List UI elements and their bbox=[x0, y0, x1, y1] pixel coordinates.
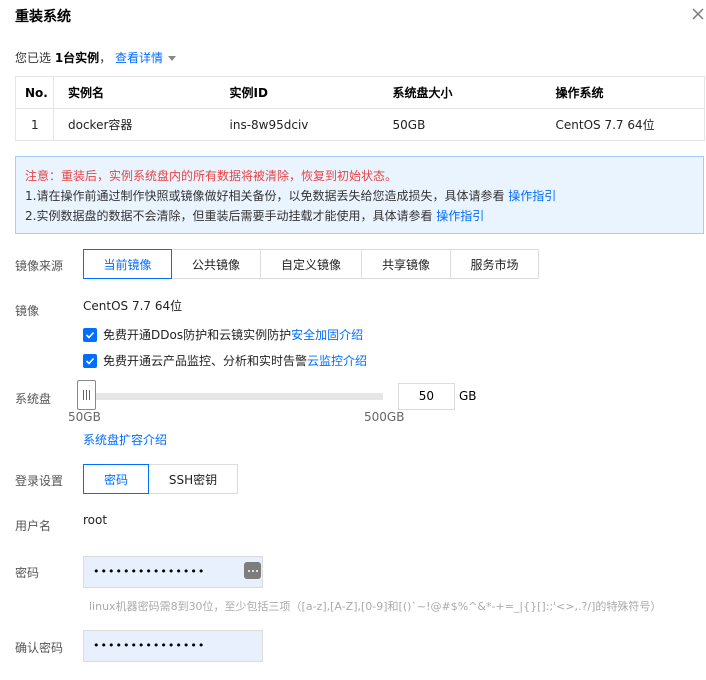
close-icon[interactable] bbox=[689, 5, 706, 23]
checkmark-icon bbox=[85, 357, 95, 365]
security-option: 免费开通DDos防护和云镜实例防护 安全加固介绍 bbox=[83, 326, 363, 343]
selected-count: 1台实例 bbox=[54, 51, 100, 65]
image-source-label: 镜像来源 bbox=[15, 259, 64, 273]
caret-down-icon[interactable] bbox=[168, 56, 177, 61]
tab-custom-image[interactable]: 自定义镜像 bbox=[260, 249, 362, 279]
checkmark-icon bbox=[85, 331, 95, 339]
col-header-disk-size: 系统盘大小 bbox=[378, 76, 542, 109]
system-disk-label: 系统盘 bbox=[15, 392, 52, 406]
disk-slider-track[interactable] bbox=[88, 393, 383, 400]
confirm-password-label: 确认密码 bbox=[15, 641, 64, 655]
dialog-title: 重装系统 bbox=[15, 9, 71, 25]
notice-box: 注意：重装后，实例系统盘内的所有数据将被清除，恢复到初始状态。 1.请在操作前通… bbox=[15, 156, 704, 234]
image-name: CentOS 7.7 64位 bbox=[83, 299, 183, 313]
table-row: 1 docker容器 ins-8w95dciv 50GB CentOS 7.7 … bbox=[15, 108, 705, 141]
disk-slider-handle[interactable] bbox=[77, 380, 96, 410]
guide-link-2[interactable]: 操作指引 bbox=[436, 209, 484, 223]
col-header-instance-id: 实例ID bbox=[215, 76, 379, 109]
tab-current-image[interactable]: 当前镜像 bbox=[83, 249, 172, 279]
login-settings-label: 登录设置 bbox=[15, 474, 64, 488]
col-header-no: No. bbox=[15, 76, 54, 109]
disk-expand-link[interactable]: 系统盘扩容介绍 bbox=[83, 431, 167, 448]
tab-marketplace[interactable]: 服务市场 bbox=[450, 249, 539, 279]
cell-instance-name: docker容器 bbox=[53, 108, 216, 141]
tab-password[interactable]: 密码 bbox=[83, 464, 149, 494]
confirm-password-input[interactable]: ••••••••••••••• bbox=[83, 630, 263, 662]
tab-public-image[interactable]: 公共镜像 bbox=[171, 249, 261, 279]
notice-line-2: 2.实例数据盘的数据不会清除，但重装后需要手动挂载才能使用，具体请参看 操作指引 bbox=[25, 209, 485, 223]
password-input[interactable]: ••••••••••••••• bbox=[83, 556, 263, 588]
table-header-row: No. 实例名 实例ID 系统盘大小 操作系统 bbox=[15, 76, 705, 109]
username-value: root bbox=[83, 513, 108, 527]
cell-instance-id: ins-8w95dciv bbox=[215, 108, 379, 141]
monitor-option: 免费开通云产品监控、分析和实时告警 云监控介绍 bbox=[83, 352, 367, 369]
monitor-checkbox[interactable] bbox=[83, 353, 97, 368]
image-label: 镜像 bbox=[15, 304, 40, 318]
username-label: 用户名 bbox=[15, 519, 52, 533]
instance-table: No. 实例名 实例ID 系统盘大小 操作系统 1 docker容器 ins-8… bbox=[15, 76, 705, 141]
col-header-instance-name: 实例名 bbox=[53, 76, 216, 109]
disk-size-input[interactable]: 50 bbox=[398, 383, 455, 410]
notice-line-1: 1.请在操作前通过制作快照或镜像做好相关备份，以免数据丢失给您造成损失，具体请参… bbox=[25, 189, 557, 203]
security-checkbox[interactable] bbox=[83, 327, 97, 342]
cell-no: 1 bbox=[15, 108, 54, 141]
selection-summary: 您已选 1台实例， 查看详情 bbox=[15, 49, 177, 66]
login-method-tabs: 密码 SSH密钥 bbox=[83, 464, 238, 494]
password-hint: linux机器密码需8到30位，至少包括三项（[a-z],[A-Z],[0-9]… bbox=[89, 600, 662, 613]
disk-max-label: 500GB bbox=[364, 410, 405, 424]
monitor-intro-link[interactable]: 云监控介绍 bbox=[307, 352, 367, 369]
security-intro-link[interactable]: 安全加固介绍 bbox=[291, 326, 363, 343]
cell-os: CentOS 7.7 64位 bbox=[541, 108, 705, 141]
tab-shared-image[interactable]: 共享镜像 bbox=[361, 249, 451, 279]
password-label: 密码 bbox=[15, 566, 40, 580]
guide-link-1[interactable]: 操作指引 bbox=[508, 189, 556, 203]
cell-disk-size: 50GB bbox=[378, 108, 542, 141]
image-source-tabs: 当前镜像 公共镜像 自定义镜像 共享镜像 服务市场 bbox=[83, 249, 539, 279]
disk-min-label: 50GB bbox=[68, 410, 101, 424]
notice-warning: 注意：重装后，实例系统盘内的所有数据将被清除，恢复到初始状态。 bbox=[25, 169, 398, 183]
view-details-link[interactable]: 查看详情 bbox=[115, 51, 163, 65]
col-header-os: 操作系统 bbox=[541, 76, 705, 109]
tab-ssh-key[interactable]: SSH密钥 bbox=[148, 464, 238, 494]
password-manager-icon[interactable] bbox=[244, 562, 261, 579]
disk-unit: GB bbox=[459, 389, 477, 403]
